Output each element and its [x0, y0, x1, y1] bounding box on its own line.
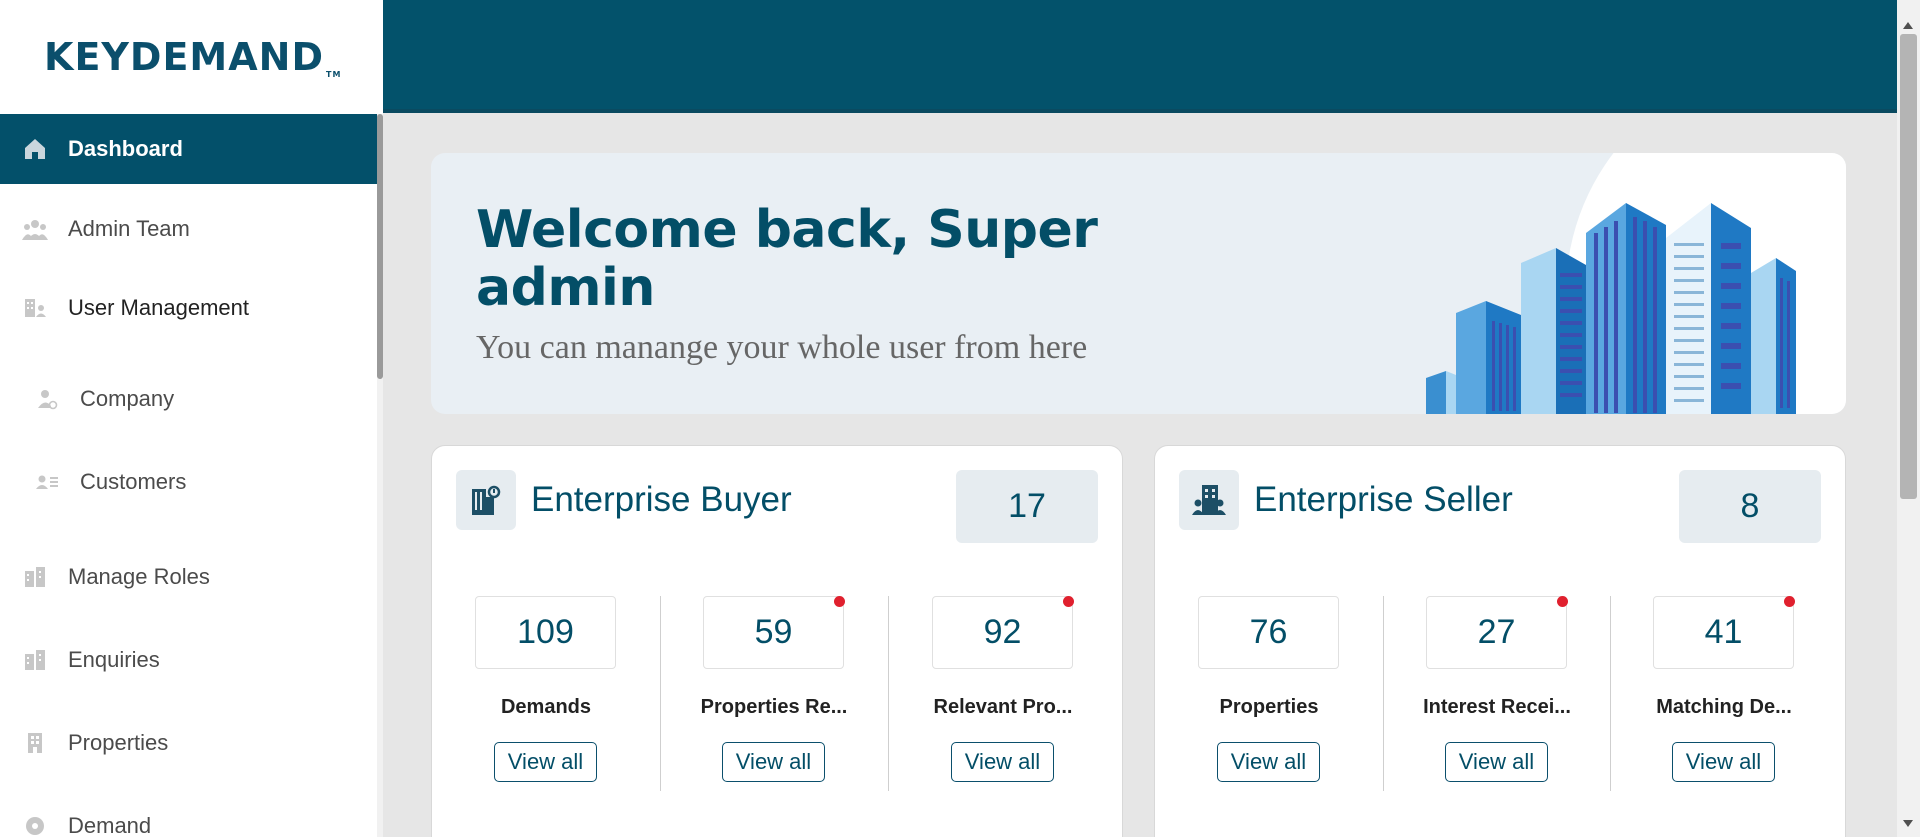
sidebar-item-admin-team[interactable]: Admin Team	[0, 194, 377, 264]
stat-label: Properties	[1219, 696, 1319, 718]
stat-value: 59	[703, 596, 844, 669]
scroll-up-arrow-icon[interactable]	[1903, 22, 1913, 29]
buyer-building-icon	[456, 470, 516, 530]
sidebar-item-label: Company	[80, 386, 175, 411]
notification-dot	[1063, 596, 1074, 607]
welcome-subtitle: You can manange your whole user from her…	[476, 329, 1088, 366]
stat-value: 109	[475, 596, 616, 669]
sidebar-item-label: Manage Roles	[68, 564, 210, 589]
enterprise-buyer-card: Enterprise Buyer 17 109 Demands View all…	[431, 445, 1123, 837]
sidebar-item-label: Properties	[68, 730, 169, 755]
card-header: Enterprise Seller	[1179, 470, 1513, 530]
scroll-down-arrow-icon[interactable]	[1903, 820, 1913, 827]
sidebar-item-customers[interactable]: Customers	[0, 447, 377, 517]
view-all-button[interactable]: View all	[951, 742, 1054, 782]
view-all-button[interactable]: View all	[722, 742, 825, 782]
keydemand-logo[interactable]: KEYDEMAND TM	[44, 35, 341, 79]
seller-building-icon	[1179, 470, 1239, 530]
sidebar-item-demand[interactable]: Demand	[0, 791, 377, 837]
sidebar-item-manage-roles[interactable]: Manage Roles	[0, 542, 377, 612]
home-icon	[22, 136, 48, 162]
sidebar-item-label: Admin Team	[68, 216, 190, 241]
stat-label: Interest Recei...	[1423, 696, 1571, 718]
sidebar-item-dashboard[interactable]: Dashboard	[0, 114, 377, 184]
city-buildings-illustration	[1426, 203, 1796, 414]
sidebar-item-label: User Management	[68, 295, 249, 320]
card-stats: 109 Demands View all 59 Properties Re...…	[432, 596, 1124, 791]
stat-label: Matching De...	[1656, 696, 1792, 718]
card-stats: 76 Properties View all 27 Interest Recei…	[1155, 596, 1847, 791]
notification-dot	[1557, 596, 1568, 607]
main-content: Welcome back, Super admin You can manang…	[383, 113, 1897, 837]
stat-label: Relevant Pro...	[933, 696, 1073, 718]
stat-relevant-properties: 92 Relevant Pro... View all	[889, 596, 1117, 791]
top-header-bar	[383, 0, 1897, 113]
logo-area: KEYDEMAND TM	[0, 0, 383, 114]
sidebar-item-label: Dashboard	[68, 136, 183, 161]
page-scrollbar[interactable]	[1897, 0, 1920, 837]
customers-icon	[34, 469, 60, 495]
notification-dot	[834, 596, 845, 607]
stat-value: 27	[1426, 596, 1567, 669]
sidebar-item-label: Customers	[80, 469, 187, 494]
stat-properties: 76 Properties View all	[1155, 596, 1383, 791]
sidebar-item-label: Enquiries	[68, 647, 160, 672]
enquiries-icon	[22, 647, 48, 673]
enterprise-seller-card: Enterprise Seller 8 76 Properties View a…	[1154, 445, 1846, 837]
sidebar-item-company[interactable]: Company	[0, 364, 377, 434]
sidebar-item-user-management[interactable]: User Management	[0, 273, 377, 343]
card-title: Enterprise Seller	[1254, 480, 1513, 519]
card-total-count: 17	[956, 470, 1098, 543]
user-management-icon	[22, 295, 48, 321]
stat-properties-received: 59 Properties Re... View all	[660, 596, 888, 791]
sidebar-item-properties[interactable]: Properties	[0, 708, 377, 778]
sidebar-item-enquiries[interactable]: Enquiries	[0, 625, 377, 695]
stat-interest-received: 27 Interest Recei... View all	[1383, 596, 1611, 791]
view-all-button[interactable]: View all	[1672, 742, 1775, 782]
sidebar-item-label: Demand	[68, 813, 152, 837]
stat-label: Demands	[500, 696, 592, 718]
stat-matching-demands: 41 Matching De... View all	[1610, 596, 1838, 791]
company-icon	[34, 386, 60, 412]
notification-dot	[1784, 596, 1795, 607]
demand-icon	[22, 813, 48, 837]
team-icon	[22, 216, 48, 242]
logo-trademark: TM	[326, 70, 342, 79]
view-all-button[interactable]: View all	[1217, 742, 1320, 782]
roles-icon	[22, 564, 48, 590]
view-all-button[interactable]: View all	[1445, 742, 1548, 782]
properties-icon	[22, 730, 48, 756]
stat-value: 92	[932, 596, 1073, 669]
stat-label: Properties Re...	[700, 696, 848, 718]
welcome-title: Welcome back, Super admin	[476, 200, 1098, 318]
stat-demands: 109 Demands View all	[432, 596, 660, 791]
logo-text: KEYDEMAND	[44, 35, 324, 79]
stat-value: 41	[1653, 596, 1794, 669]
card-title: Enterprise Buyer	[531, 480, 792, 519]
card-total-count: 8	[1679, 470, 1821, 543]
view-all-button[interactable]: View all	[494, 742, 597, 782]
stat-value: 76	[1198, 596, 1339, 669]
page-scrollbar-thumb[interactable]	[1900, 34, 1917, 499]
sidebar: KEYDEMAND TM Dashboard Admin Team User Ma…	[0, 0, 383, 837]
card-header: Enterprise Buyer	[456, 470, 792, 530]
welcome-banner: Welcome back, Super admin You can manang…	[431, 153, 1846, 414]
